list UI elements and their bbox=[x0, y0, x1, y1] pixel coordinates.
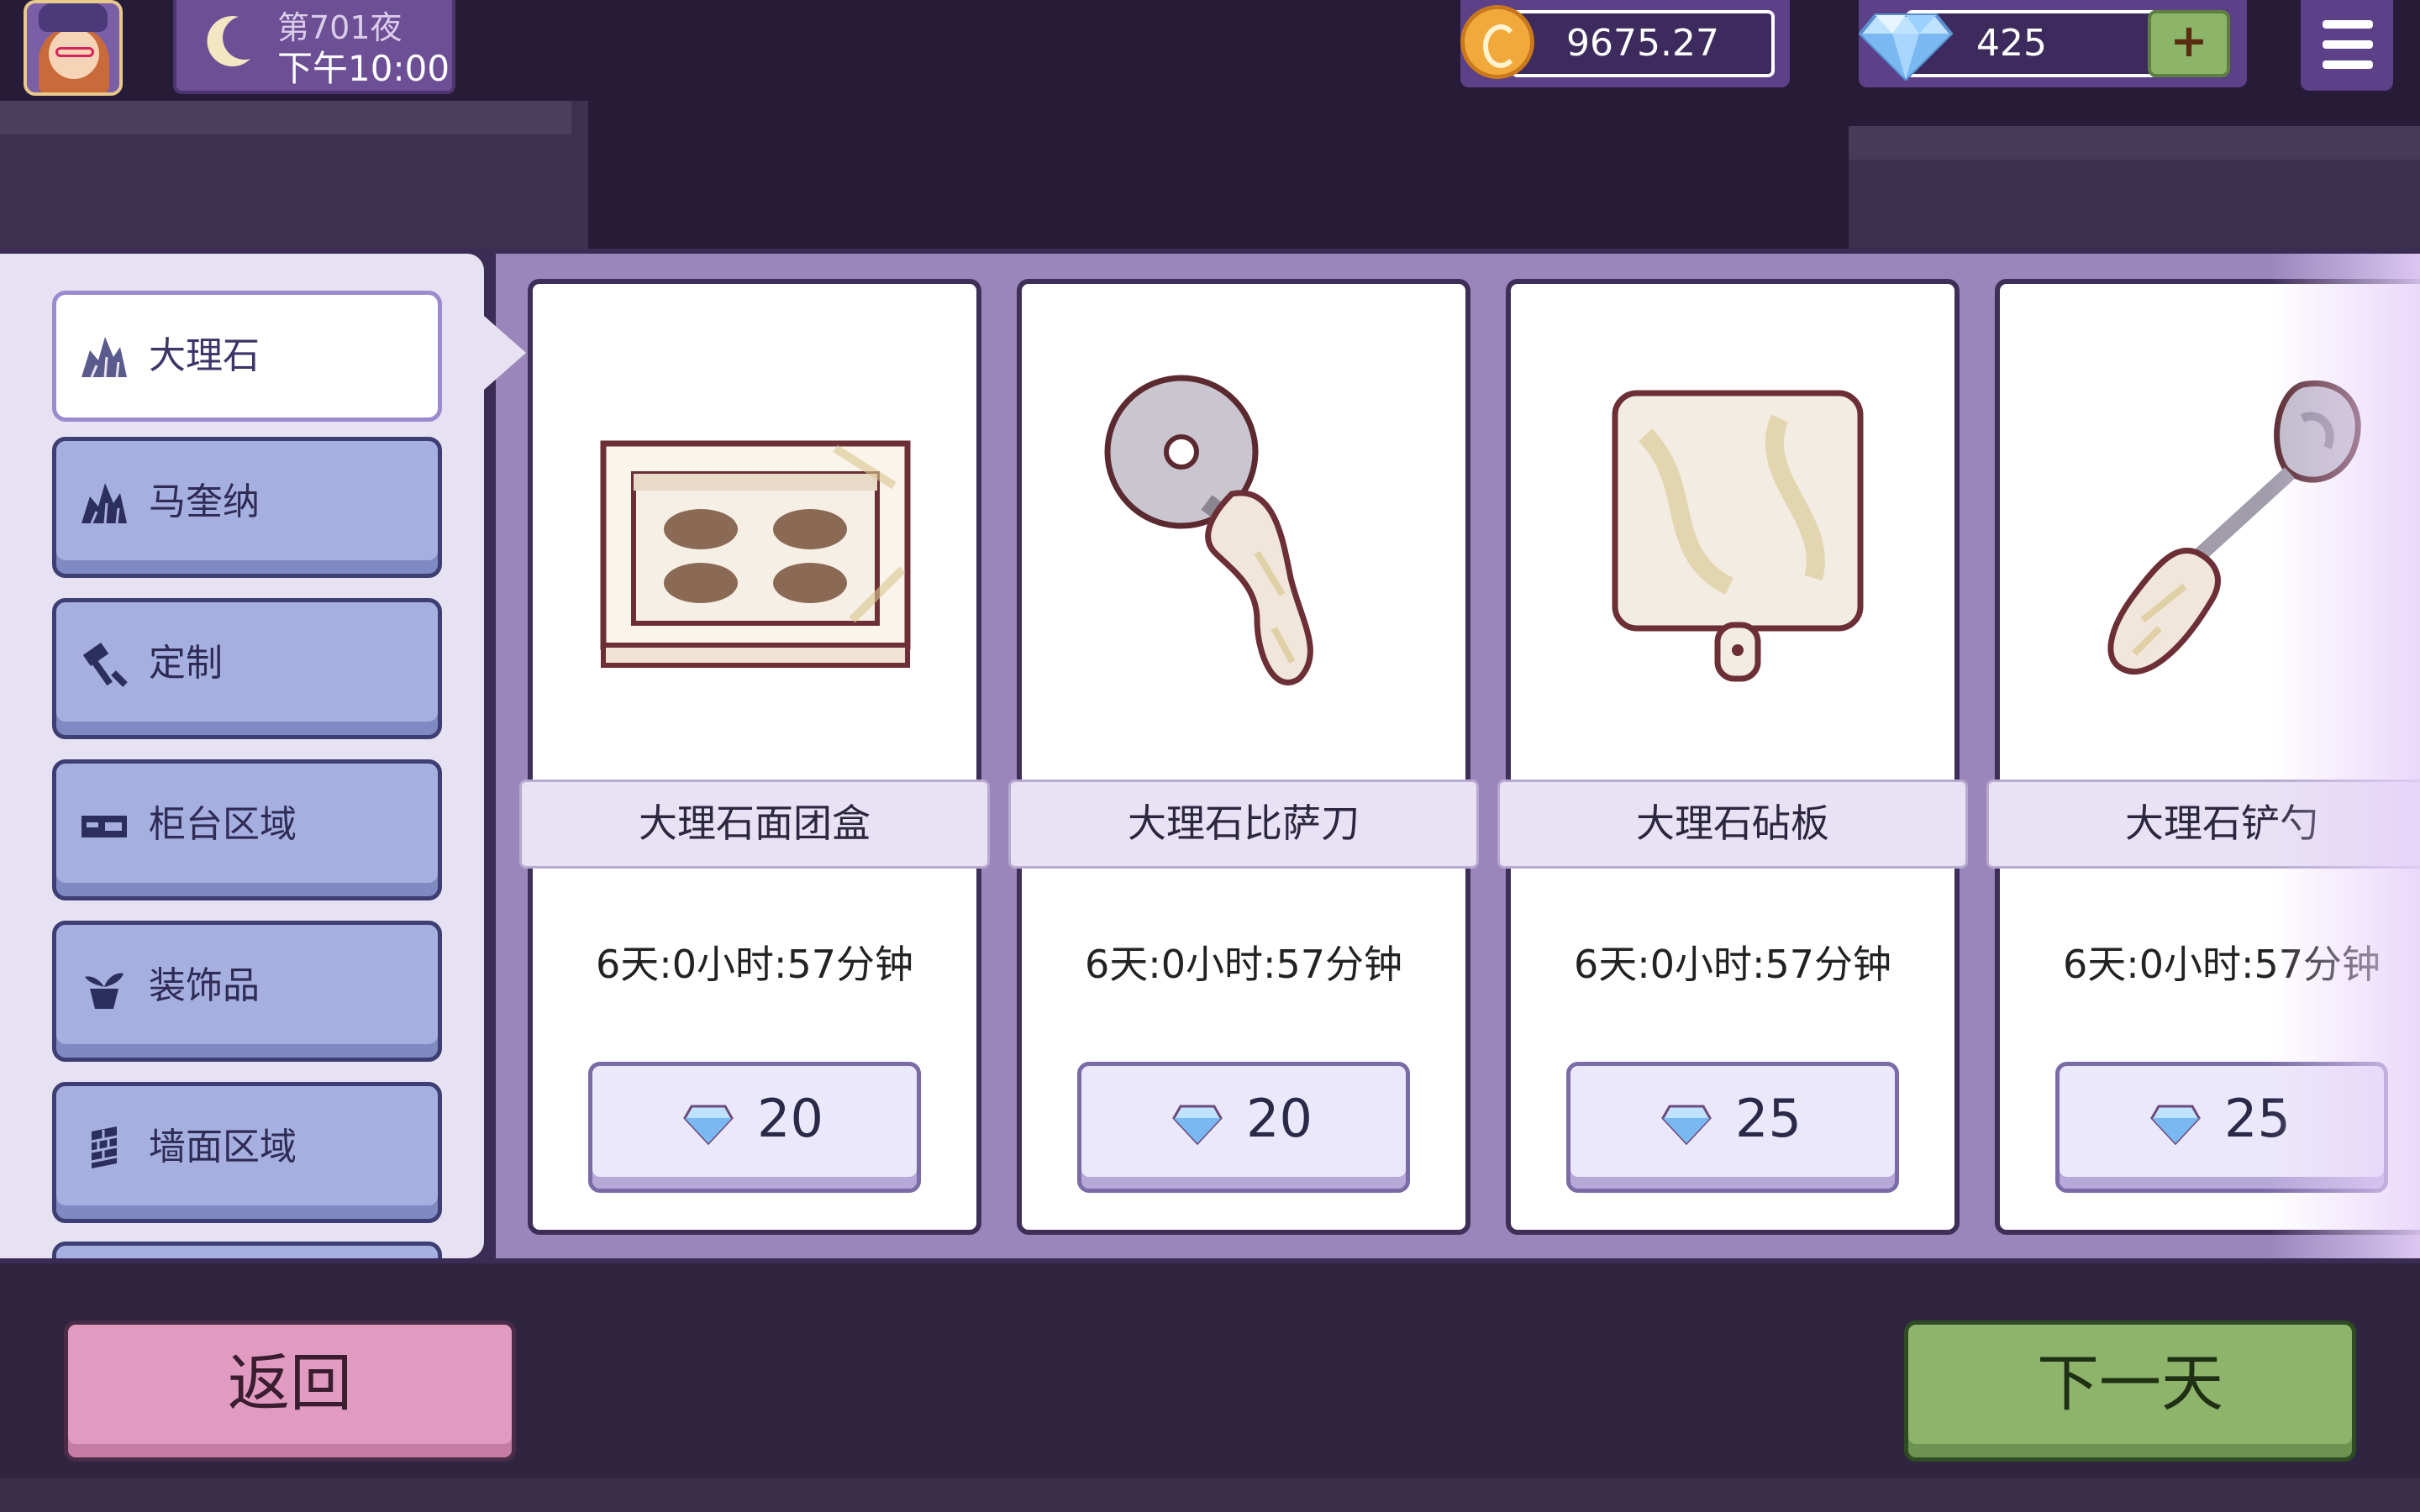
roof-right bbox=[1849, 126, 2420, 260]
category-sidebar: 大理石 马奎纳 定制 柜台区域 装饰品 墙面区域 bbox=[0, 254, 484, 1258]
wall-icon bbox=[91, 1126, 118, 1168]
item-timer: 6天:0小时:57分钟 bbox=[595, 942, 914, 987]
roof-left bbox=[0, 101, 588, 265]
diamond-icon bbox=[1859, 13, 1953, 81]
menu-button[interactable] bbox=[2301, 0, 2393, 91]
pizza-cutter-icon bbox=[1104, 375, 1313, 686]
category-more[interactable] bbox=[52, 1242, 442, 1258]
shop-item-card[interactable]: 大理石砧板 6天:0小时:57分钟 25 bbox=[1497, 279, 1968, 1235]
category-counter-area[interactable]: 柜台区域 bbox=[52, 759, 442, 900]
item-name: 大理石砧板 bbox=[1497, 780, 1968, 869]
item-timer: 6天:0小时:57分钟 bbox=[1084, 942, 1403, 987]
item-name: 大理石比萨刀 bbox=[1008, 780, 1479, 869]
item-name: 大理石面团盒 bbox=[519, 780, 990, 869]
buy-button[interactable]: 25 bbox=[1566, 1062, 1899, 1193]
next-day-button[interactable]: 下一天 bbox=[1904, 1320, 2356, 1462]
spatula-icon bbox=[2107, 381, 2361, 675]
floor-edge bbox=[0, 1478, 2420, 1512]
player-avatar[interactable] bbox=[24, 0, 123, 96]
category-decorations[interactable]: 装饰品 bbox=[52, 921, 442, 1062]
hamburger-icon bbox=[2323, 20, 2373, 29]
item-price: 25 bbox=[2224, 1088, 2291, 1149]
shop-item-card[interactable]: 大理石铲勺 6天:0小时:57分钟 25 bbox=[1986, 279, 2420, 1235]
buy-button[interactable]: 20 bbox=[588, 1062, 921, 1193]
diamond-icon bbox=[1172, 1105, 1223, 1146]
diamond-icon bbox=[2150, 1105, 2201, 1146]
category-label: 柜台区域 bbox=[149, 803, 297, 846]
category-label: 大理石 bbox=[149, 334, 260, 377]
coin-counter: 9675.27 bbox=[1460, 0, 1790, 87]
item-timer: 6天:0小时:57分钟 bbox=[2062, 942, 2381, 987]
category-label: 墙面区域 bbox=[149, 1126, 297, 1168]
category-custom[interactable]: 定制 bbox=[52, 598, 442, 739]
gem-counter: 425 + bbox=[1859, 0, 2247, 87]
category-marquina[interactable]: 马奎纳 bbox=[52, 437, 442, 578]
diamond-icon bbox=[683, 1105, 734, 1146]
category-label: 马奎纳 bbox=[149, 480, 260, 523]
category-marble[interactable]: 大理石 bbox=[52, 291, 442, 422]
counter-icon bbox=[82, 816, 127, 837]
active-category-pointer bbox=[484, 316, 526, 390]
diamond-icon bbox=[1661, 1105, 1712, 1146]
item-timer: 6天:0小时:57分钟 bbox=[1573, 942, 1892, 987]
marble-icon bbox=[82, 337, 127, 378]
plant-pot-icon bbox=[85, 973, 124, 1009]
category-label: 定制 bbox=[149, 642, 223, 685]
coin-icon bbox=[1460, 5, 1534, 79]
buy-gems-button[interactable]: + bbox=[2148, 10, 2230, 77]
coin-amount: 9675.27 bbox=[1511, 10, 1775, 77]
item-price: 20 bbox=[1246, 1088, 1313, 1149]
dough-box-icon bbox=[600, 440, 911, 668]
category-wall-area[interactable]: 墙面区域 bbox=[52, 1082, 442, 1223]
mountain-icon bbox=[82, 483, 127, 524]
day-time-panel: 第701夜 下午10:00 bbox=[173, 0, 455, 94]
buy-button[interactable]: 20 bbox=[1077, 1062, 1410, 1193]
item-name: 大理石铲勺 bbox=[1986, 780, 2420, 869]
hammer-icon bbox=[82, 642, 128, 687]
item-price: 20 bbox=[757, 1088, 823, 1149]
shop-item-card[interactable]: 大理石面团盒 6天:0小时:57分钟 20 bbox=[519, 279, 990, 1235]
category-label: 装饰品 bbox=[149, 964, 260, 1007]
clock-time: 下午10:00 bbox=[277, 48, 450, 89]
buy-button[interactable]: 25 bbox=[2055, 1062, 2388, 1193]
cutting-board-icon bbox=[1612, 390, 1864, 682]
item-price: 25 bbox=[1735, 1088, 1802, 1149]
moon-icon bbox=[207, 16, 250, 67]
shop-item-card[interactable]: 大理石比萨刀 6天:0小时:57分钟 20 bbox=[1008, 279, 1479, 1235]
back-button[interactable]: 返回 bbox=[64, 1320, 516, 1462]
